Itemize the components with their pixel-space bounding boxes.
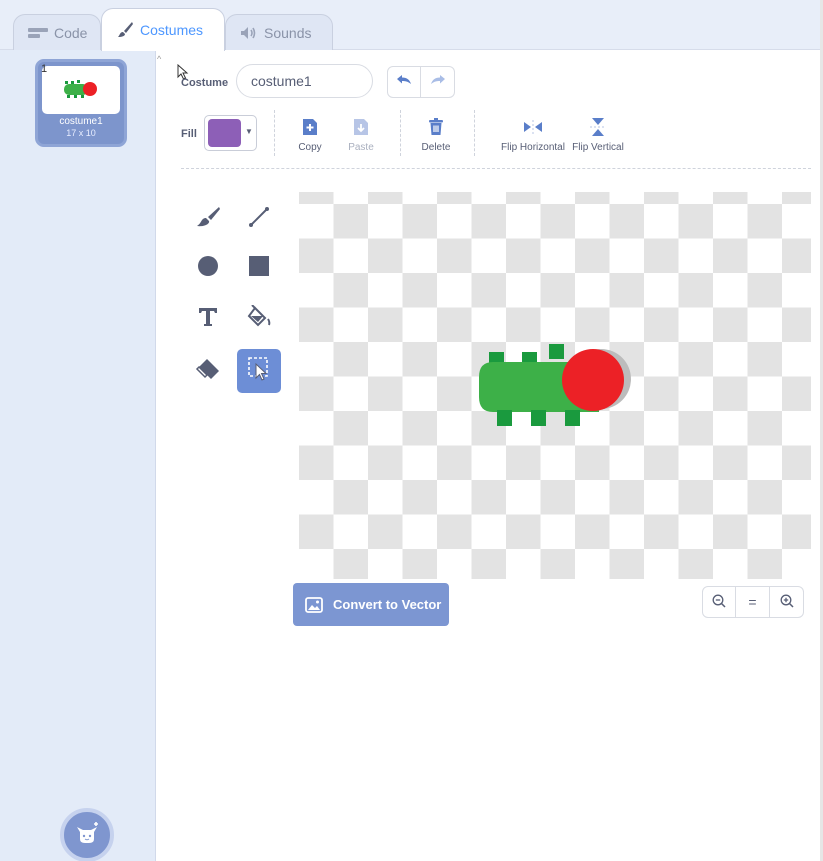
choose-costume-button[interactable] [60, 808, 114, 861]
redo-icon [430, 73, 446, 91]
zoom-controls: = [702, 586, 804, 618]
costume-name-input[interactable]: costume1 [236, 64, 373, 98]
fill-color-picker[interactable]: ▼ [204, 115, 257, 151]
rectangle-icon [248, 255, 270, 282]
code-blocks-icon [28, 27, 48, 39]
dropdown-arrow-icon: ▼ [245, 127, 253, 136]
flip-horizontal-label: Flip Horizontal [501, 142, 565, 153]
paintbrush-icon [116, 21, 134, 39]
tab-code[interactable]: Code [13, 14, 101, 50]
tab-sounds-label: Sounds [264, 24, 312, 41]
costume-number: 1 [41, 63, 48, 75]
undo-button[interactable] [387, 66, 421, 98]
tab-costumes-label: Costumes [140, 22, 204, 38]
line-icon [248, 206, 270, 233]
zoom-in-icon [780, 594, 794, 611]
tab-code-label: Code [54, 24, 88, 41]
zoom-in-button[interactable] [770, 586, 804, 618]
paste-button[interactable]: Paste [331, 116, 391, 153]
text-icon [197, 306, 219, 333]
fill-color-swatch [208, 119, 241, 147]
text-tool[interactable] [186, 297, 230, 341]
eraser-icon [195, 358, 221, 385]
divider [274, 110, 275, 156]
flip-horizontal-button[interactable]: Flip Horizontal [492, 116, 574, 153]
undo-icon [396, 73, 412, 91]
select-tool[interactable] [237, 349, 281, 393]
paste-label: Paste [348, 142, 374, 153]
tab-costumes[interactable]: Costumes [101, 8, 225, 51]
zoom-out-button[interactable] [702, 586, 736, 618]
toolbar-divider [181, 168, 811, 169]
zoom-reset-button[interactable]: = [736, 586, 770, 618]
image-icon [305, 596, 323, 613]
scroll-up-arrow[interactable]: ^ [157, 54, 161, 64]
costume-thumbnail [42, 66, 120, 114]
costume-item[interactable]: 1 costume1 17 x 10 [35, 59, 127, 147]
select-icon [247, 356, 271, 387]
convert-to-vector-button[interactable]: Convert to Vector [293, 583, 449, 626]
tab-sounds[interactable]: Sounds [225, 14, 333, 50]
flip-vertical-button[interactable]: Flip Vertical [566, 116, 630, 153]
brush-icon [195, 206, 221, 233]
zoom-reset-label: = [748, 594, 757, 610]
convert-to-vector-label: Convert to Vector [333, 597, 442, 612]
paste-icon [331, 116, 391, 138]
line-tool[interactable] [237, 197, 281, 241]
rectangle-tool[interactable] [237, 246, 281, 290]
trash-icon [406, 116, 466, 138]
fill-bucket-icon [246, 303, 272, 334]
delete-label: Delete [421, 142, 451, 153]
editor-tabs: Code Costumes Sounds [0, 0, 823, 51]
circle-tool[interactable] [186, 246, 230, 290]
cat-icon [74, 821, 100, 850]
delete-button[interactable]: Delete [406, 116, 466, 153]
speaker-icon [240, 26, 258, 40]
eraser-tool[interactable] [186, 349, 230, 393]
brush-tool[interactable] [186, 197, 230, 241]
zoom-out-icon [712, 594, 726, 611]
costume-size: 17 x 10 [66, 128, 96, 138]
paint-canvas[interactable] [293, 192, 811, 579]
fill-tool[interactable] [237, 297, 281, 341]
redo-button[interactable] [421, 66, 455, 98]
flip-vertical-label: Flip Vertical [572, 142, 624, 153]
costume-list: 1 costume1 17 x 10 [0, 50, 156, 861]
divider [400, 110, 401, 156]
flip-horizontal-icon [492, 116, 574, 138]
costume-name: costume1 [59, 116, 103, 127]
flip-vertical-icon [566, 116, 630, 138]
divider [474, 110, 475, 156]
fill-label: Fill [181, 128, 197, 140]
sprite-drawing [479, 344, 631, 426]
costume-name-label: Costume [181, 77, 229, 89]
circle-icon [197, 255, 219, 282]
